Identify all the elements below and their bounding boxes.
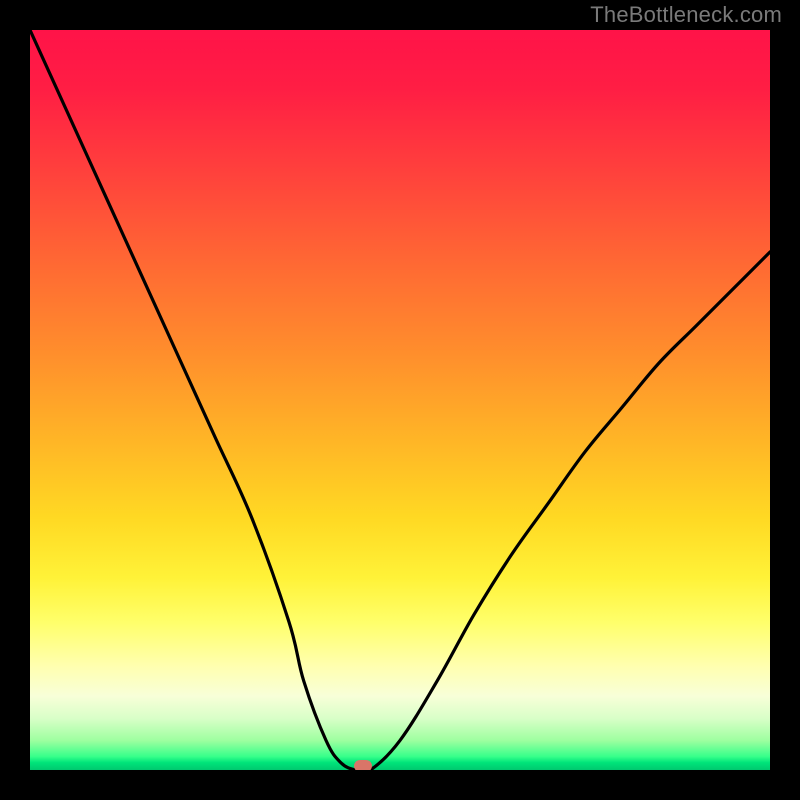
curve-svg — [30, 30, 770, 770]
plot-area — [30, 30, 770, 770]
chart-frame: TheBottleneck.com — [0, 0, 800, 800]
optimum-marker — [354, 760, 372, 770]
watermark-text: TheBottleneck.com — [590, 2, 782, 28]
bottleneck-curve — [30, 30, 770, 770]
